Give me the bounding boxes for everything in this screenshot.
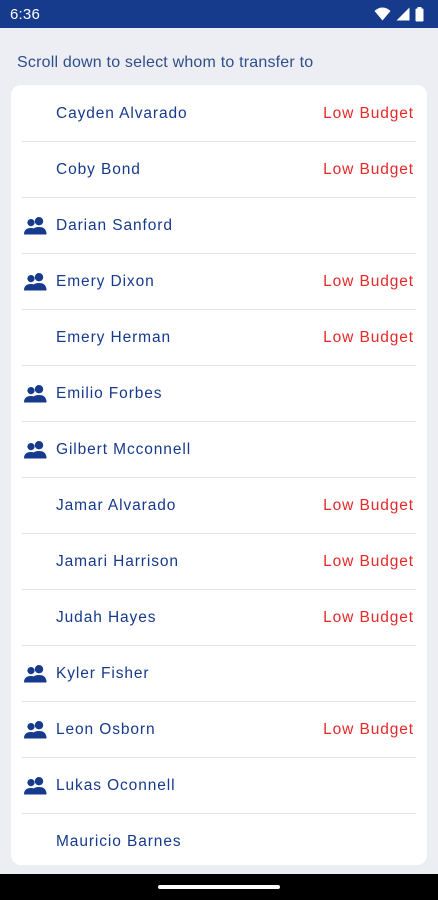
recipient-name: Judah Hayes	[56, 609, 157, 626]
recipient-row[interactable]: Coby Bond Low Budget	[11, 142, 427, 198]
status-bar: 6:36	[0, 0, 438, 28]
instruction-text: Scroll down to select whom to transfer t…	[17, 54, 314, 71]
signal-icon	[396, 7, 410, 21]
recipient-name: Kyler Fisher	[56, 665, 150, 682]
group-icon	[22, 440, 50, 460]
status-icons	[374, 6, 424, 22]
recipient-row[interactable]: Jamar Alvarado Low Budget	[11, 478, 427, 534]
recipient-row[interactable]: Cayden Alvarado Low Budget	[11, 86, 427, 142]
recipient-row[interactable]: Emery Herman Low Budget	[11, 310, 427, 366]
recipient-name: Coby Bond	[56, 161, 141, 178]
group-icon	[22, 272, 50, 292]
recipient-name: Mauricio Barnes	[56, 833, 182, 850]
recipient-name: Emilio Forbes	[56, 385, 163, 402]
group-icon	[22, 216, 50, 236]
group-icon	[22, 720, 50, 740]
recipient-name: Darian Sanford	[56, 217, 173, 234]
recipient-name: Cayden Alvarado	[56, 105, 188, 122]
recipient-name: Leon Osborn	[56, 721, 156, 738]
recipient-row[interactable]: Leon Osborn Low Budget	[11, 702, 427, 758]
recipient-row[interactable]: Kyler Fisher	[11, 646, 427, 702]
group-icon	[22, 776, 50, 796]
recipient-row[interactable]: Jamari Harrison Low Budget	[11, 534, 427, 590]
wifi-icon	[374, 7, 391, 21]
low-budget-badge: Low Budget	[323, 721, 414, 738]
recipient-row[interactable]: Mauricio Barnes	[11, 814, 427, 865]
low-budget-badge: Low Budget	[323, 329, 414, 346]
recipient-row[interactable]: Gilbert Mcconnell	[11, 422, 427, 478]
low-budget-badge: Low Budget	[323, 609, 414, 626]
low-budget-badge: Low Budget	[323, 273, 414, 290]
group-icon	[22, 384, 50, 404]
recipient-name: Emery Dixon	[56, 273, 155, 290]
low-budget-badge: Low Budget	[323, 553, 414, 570]
recipient-name: Gilbert Mcconnell	[56, 441, 192, 458]
status-time: 6:36	[10, 5, 40, 23]
recipient-row[interactable]: Lukas Oconnell	[11, 758, 427, 814]
recipient-row[interactable]: Judah Hayes Low Budget	[11, 590, 427, 646]
recipient-row[interactable]: Emilio Forbes	[11, 366, 427, 422]
recipient-name: Jamari Harrison	[56, 553, 179, 570]
recipient-row[interactable]: Emery Dixon Low Budget	[11, 254, 427, 310]
home-indicator[interactable]	[158, 885, 280, 889]
battery-icon	[415, 6, 424, 21]
recipient-name: Emery Herman	[56, 329, 172, 346]
recipient-name: Jamar Alvarado	[56, 497, 177, 514]
recipient-name: Lukas Oconnell	[56, 777, 176, 794]
recipient-row[interactable]: Darian Sanford	[11, 198, 427, 254]
recipient-list[interactable]: Cayden Alvarado Low Budget Coby Bond Low Bu…	[11, 85, 427, 865]
navigation-bar	[0, 874, 438, 900]
low-budget-badge: Low Budget	[323, 105, 414, 122]
group-icon	[22, 664, 50, 684]
low-budget-badge: Low Budget	[323, 497, 414, 514]
low-budget-badge: Low Budget	[323, 161, 414, 178]
